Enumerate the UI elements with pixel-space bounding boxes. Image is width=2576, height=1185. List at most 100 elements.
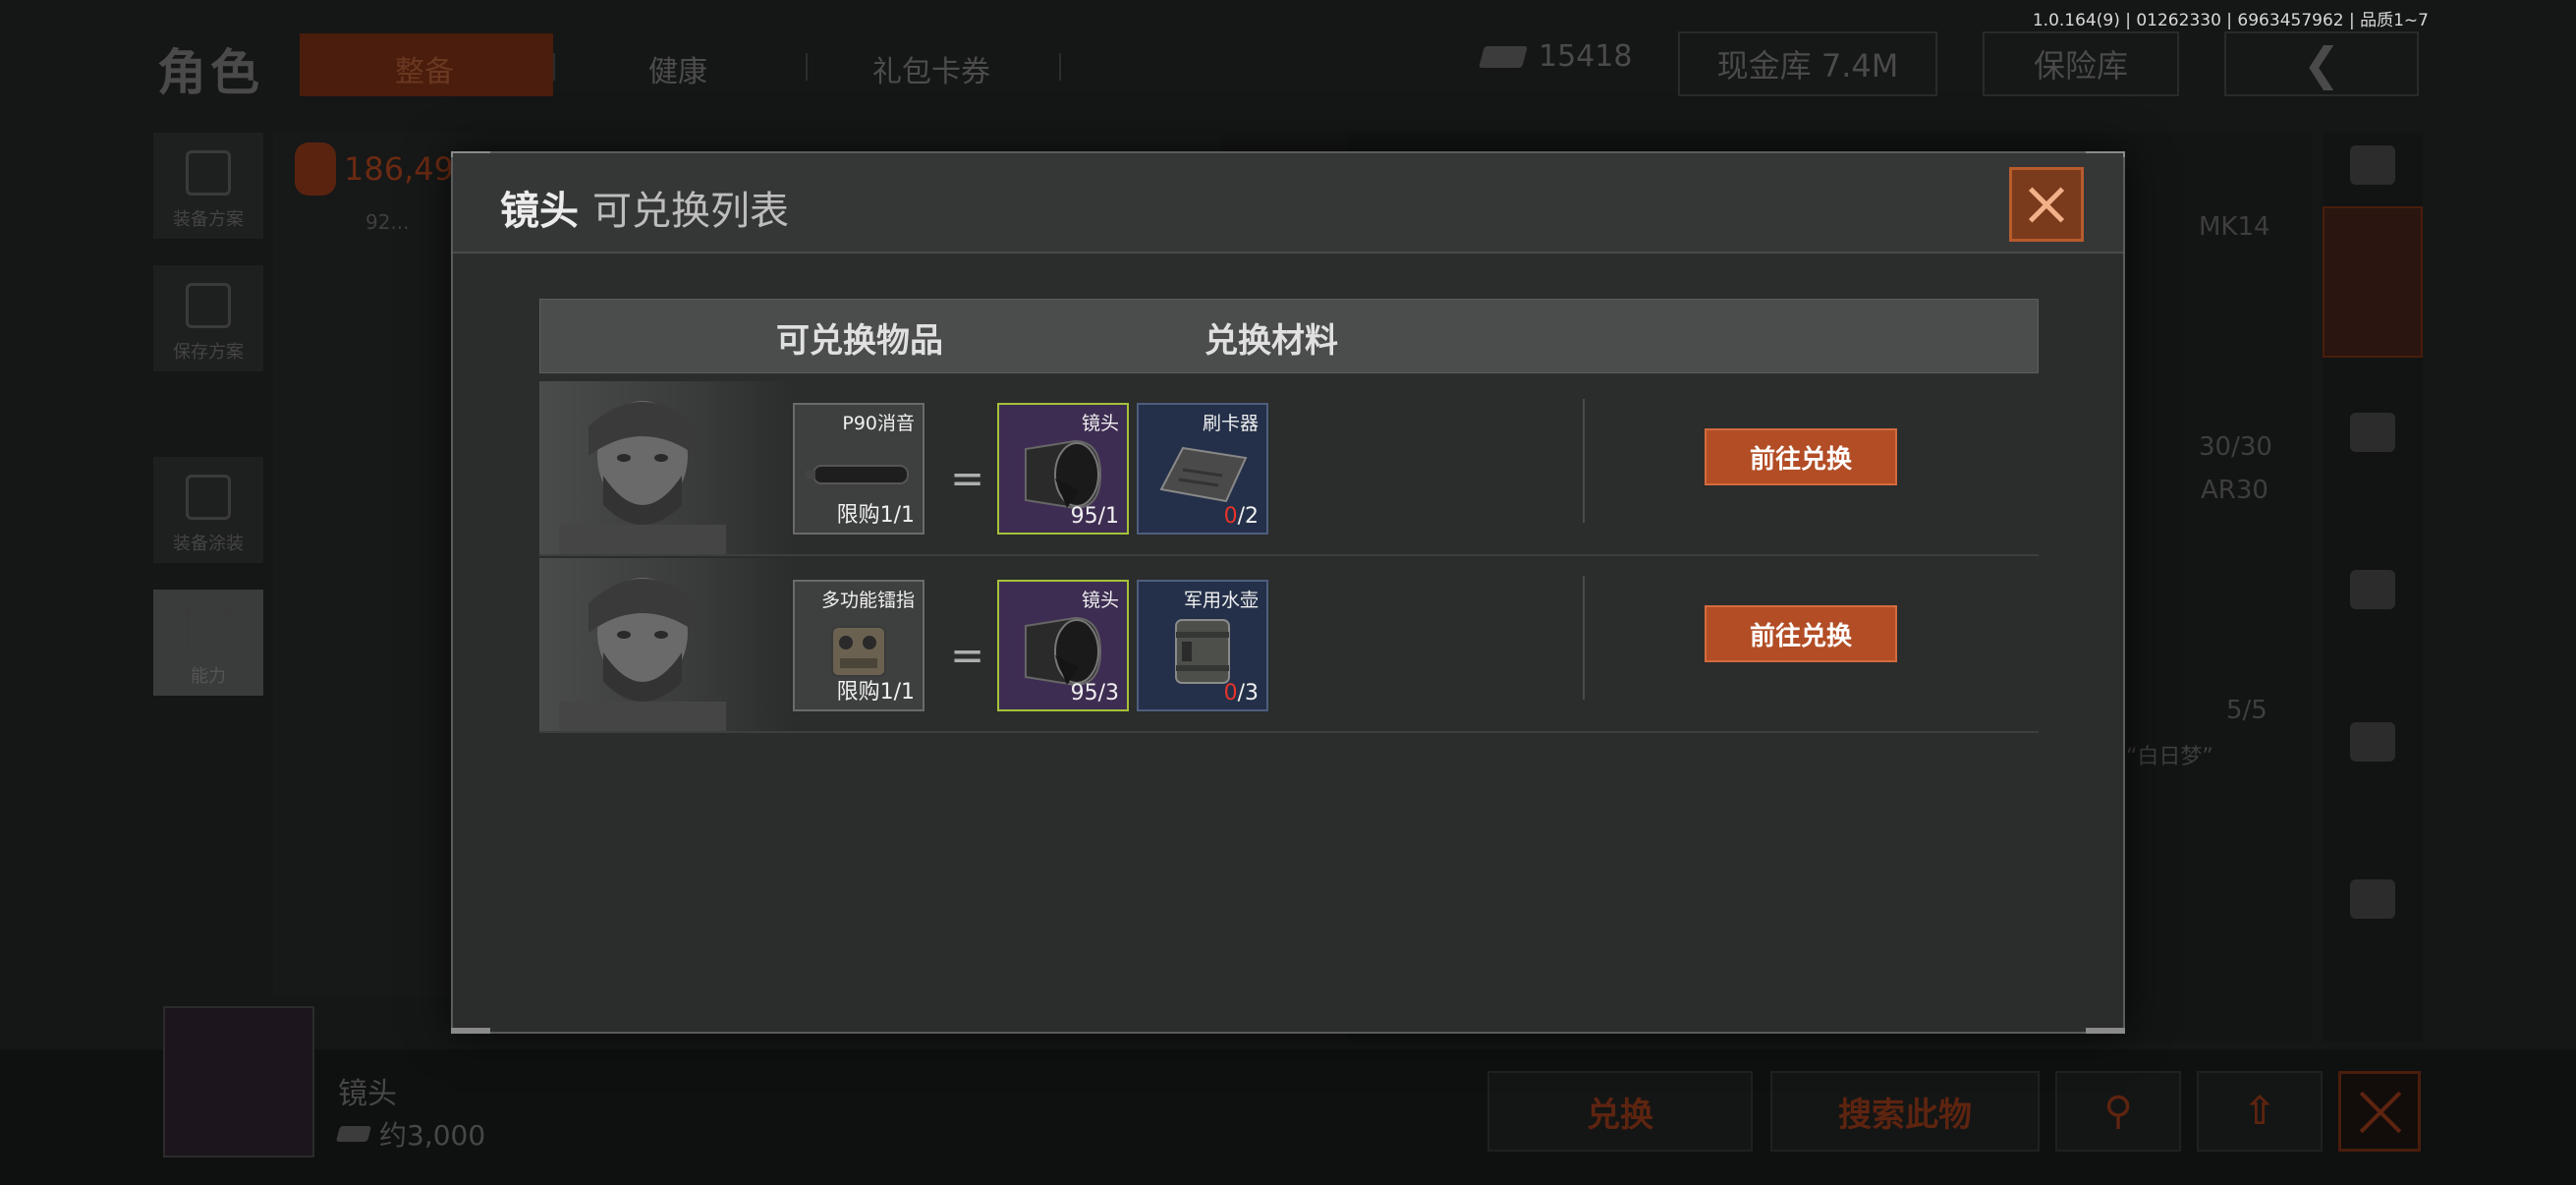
money-value: 15418 (1539, 39, 1633, 74)
material-name: 刷卡器 (1202, 413, 1259, 434)
go-exchange-button[interactable]: 前往兑换 (1705, 605, 1897, 662)
material-need: /3 (1237, 681, 1259, 705)
material-quantity: 0/2 (1224, 504, 1259, 529)
weapon-name-2: AR30 (2201, 476, 2268, 505)
tab-equipment[interactable]: 整备 (395, 47, 454, 90)
page-title: 角色 (157, 44, 263, 101)
material-quantity: 0/3 (1224, 681, 1259, 705)
material-have: 95 (1070, 504, 1098, 529)
ability-label: 能力 (191, 666, 226, 687)
modal-title-text: 可兑换列表 (592, 189, 789, 234)
card-reader-icon (1153, 440, 1252, 513)
material-quantity: 95/3 (1071, 681, 1119, 705)
tab-divider (806, 53, 808, 81)
npc-portrait (539, 558, 795, 731)
filter-icon[interactable] (2350, 145, 2395, 185)
exchange-button[interactable]: 兑换 (1487, 1071, 1753, 1152)
vest-icon (186, 150, 231, 196)
cash-vault-label: 现金库 7.4M (1716, 47, 1899, 85)
safe-label: 保险库 (2033, 47, 2128, 85)
target-item-slot[interactable]: 多功能镭指 限购1/1 (793, 580, 924, 711)
modal-title: 镜头 可兑换列表 (500, 179, 789, 236)
back-button[interactable]: ❮ (2224, 31, 2419, 96)
selected-item-price: 约3,000 (335, 1114, 486, 1154)
modal-corner (2086, 1028, 2125, 1034)
chevron-left-icon: ❮ (2302, 37, 2341, 90)
material-need: /1 (1097, 504, 1119, 529)
row-divider (1583, 399, 1585, 523)
equipment-plan-label: 装备方案 (173, 209, 244, 230)
search-item-button[interactable]: 搜索此物 (1770, 1071, 2040, 1152)
selected-item-name: 镜头 (338, 1077, 397, 1111)
material-slot[interactable]: 镜头 95/3 (997, 580, 1129, 711)
cash-icon (1479, 45, 1528, 68)
material-slot[interactable]: 镜头 95/1 (997, 403, 1129, 535)
slot-strip-active[interactable] (2323, 206, 2423, 358)
magazine-slot-icon[interactable] (2350, 722, 2395, 762)
material-slot[interactable]: 刷卡器 0/2 (1137, 403, 1268, 535)
material-have: 0 (1223, 681, 1238, 705)
equipment-skin-label: 装备涂装 (173, 534, 244, 554)
build-info: 1.0.164(9) | 01262330 | 6963457962 | 品质1… (2032, 11, 2429, 30)
equipment-plan-button[interactable]: 装备方案 (153, 133, 263, 239)
npc-portrait (539, 381, 795, 554)
grip-slot-icon[interactable] (2350, 879, 2395, 919)
material-need: /2 (1237, 504, 1259, 529)
weapon-ammo-2: 5/5 (2226, 696, 2268, 725)
row-divider (1583, 576, 1585, 700)
selected-item-price-value: 约3,000 (379, 1119, 486, 1152)
suppressor-icon (806, 460, 912, 493)
equals-sign: = (950, 631, 985, 679)
exchange-label: 兑换 (1587, 1095, 1653, 1135)
table-row: P90消音 限购1/1 = 镜头 95/1 刷卡器 0/2 前往兑换 (539, 381, 2039, 556)
selected-item-slot[interactable] (163, 1006, 314, 1157)
equipment-skin-button[interactable]: 装备涂装 (153, 457, 263, 563)
search-icon-button[interactable]: ⚲ (2055, 1071, 2181, 1152)
cash-icon (335, 1126, 372, 1142)
equals-sign: = (950, 454, 985, 502)
go-exchange-button[interactable]: 前往兑换 (1705, 428, 1897, 485)
safe-button[interactable]: 保险库 (1983, 31, 2179, 96)
small-label: 92... (365, 210, 410, 234)
ability-button[interactable]: 能力 (153, 590, 263, 696)
material-name: 镜头 (1081, 590, 1119, 611)
bottom-close-button[interactable] (2338, 1071, 2421, 1152)
share-button[interactable]: ⇧ (2197, 1071, 2323, 1152)
quote-label: “白日梦” (2126, 745, 2213, 769)
tab-gift-coupons[interactable]: 礼包卡券 (872, 47, 990, 90)
cash-vault-button[interactable]: 现金库 7.4M (1678, 31, 1937, 96)
target-item-name: 多功能镭指 (820, 590, 915, 611)
material-need: /3 (1097, 681, 1119, 705)
modal-header: 镜头 可兑换列表 (453, 153, 2123, 254)
weapon-ammo-1: 30/30 (2199, 432, 2272, 462)
rifle-slot-icon[interactable] (2350, 570, 2395, 609)
table-row: 多功能镭指 限购1/1 = 镜头 95/3 军用水壶 0/3 前往兑换 (539, 558, 2039, 733)
column-materials: 兑换材料 (1204, 321, 1338, 361)
target-item-name: P90消音 (842, 413, 915, 434)
exchange-list-modal: 镜头 可兑换列表 可兑换物品 兑换材料 P90消音 限购1/1 = 镜头 95/… (451, 151, 2125, 1034)
purchase-limit: 限购1/1 (836, 680, 915, 705)
value-display: 186,49 (295, 142, 454, 196)
modal-title-item: 镜头 (500, 189, 579, 234)
helmet-slot-icon[interactable] (2350, 413, 2395, 452)
weapon-name-1: MK14 (2199, 212, 2270, 242)
tab-divider (1059, 53, 1061, 81)
material-have: 0 (1223, 504, 1238, 529)
search-icon: ⚲ (2103, 1089, 2133, 1134)
lightning-icon (186, 607, 231, 652)
value-text: 186,49 (344, 150, 454, 188)
close-button[interactable] (2009, 167, 2084, 242)
save-plan-button[interactable]: 保存方案 (153, 265, 263, 371)
material-quantity: 95/1 (1071, 504, 1119, 529)
helmet-icon (186, 475, 231, 520)
search-item-label: 搜索此物 (1838, 1095, 1972, 1135)
table-header: 可兑换物品 兑换材料 (539, 299, 2039, 373)
value-icon (295, 142, 336, 196)
money-display: 15418 (1479, 39, 1633, 74)
save-plan-label: 保存方案 (173, 342, 244, 363)
material-slot[interactable]: 军用水壶 0/3 (1137, 580, 1268, 711)
purchase-limit: 限购1/1 (836, 503, 915, 528)
tab-health[interactable]: 健康 (648, 47, 707, 90)
target-item-slot[interactable]: P90消音 限购1/1 (793, 403, 924, 535)
material-have: 95 (1070, 681, 1098, 705)
